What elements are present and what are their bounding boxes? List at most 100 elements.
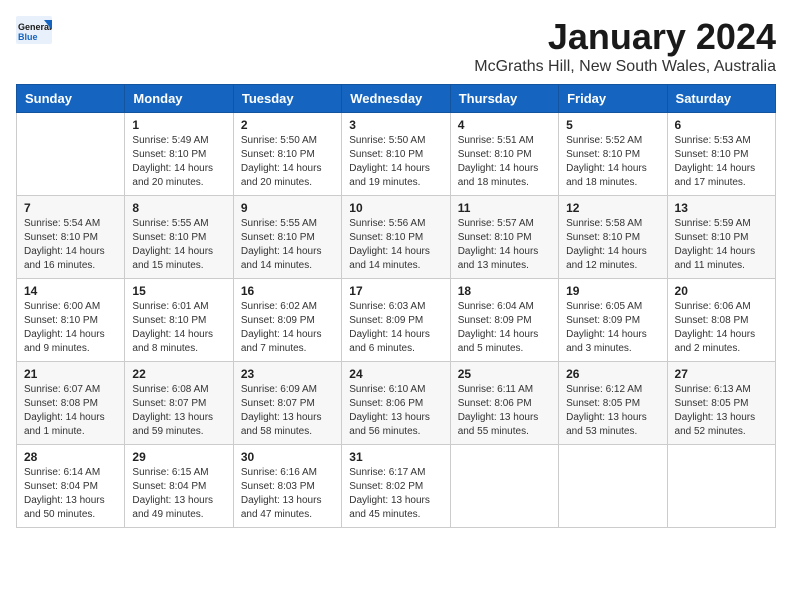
day-number: 22 <box>132 367 225 381</box>
day-info: Sunrise: 6:07 AM Sunset: 8:08 PM Dayligh… <box>24 383 117 439</box>
day-number: 2 <box>241 118 334 132</box>
calendar-cell: 7Sunrise: 5:54 AM Sunset: 8:10 PM Daylig… <box>17 196 125 279</box>
day-info: Sunrise: 5:54 AM Sunset: 8:10 PM Dayligh… <box>24 217 117 273</box>
day-number: 16 <box>241 284 334 298</box>
calendar-cell: 30 Sunrise: 6:16 AM Sunset: 8:03 PM Dayli… <box>233 445 341 528</box>
calendar-cell: 11 Sunrise: 5:57 AM Sunset: 8:10 PM Dayli… <box>450 196 558 279</box>
day-number: 5 <box>566 118 659 132</box>
day-info: Sunrise: 5:50 AM Sunset: 8:10 PM Dayligh… <box>241 134 334 190</box>
calendar-cell: 14 Sunrise: 6:00 AM Sunset: 8:10 PM Dayli… <box>17 279 125 362</box>
day-number: 26 <box>566 367 659 381</box>
calendar-cell: 4Sunrise: 5:51 AM Sunset: 8:10 PM Daylig… <box>450 113 558 196</box>
calendar-cell <box>559 445 667 528</box>
day-info: Sunrise: 6:09 AM Sunset: 8:07 PM Dayligh… <box>241 383 334 439</box>
calendar-cell: 8 Sunrise: 5:55 AM Sunset: 8:10 PM Daylig… <box>125 196 233 279</box>
day-number: 1 <box>132 118 225 132</box>
weekday-header-saturday: Saturday <box>667 85 775 113</box>
day-number: 10 <box>349 201 442 215</box>
day-number: 6 <box>675 118 768 132</box>
calendar-cell: 20 Sunrise: 6:06 AM Sunset: 8:08 PM Dayli… <box>667 279 775 362</box>
day-info: Sunrise: 6:08 AM Sunset: 8:07 PM Dayligh… <box>132 383 225 439</box>
day-info: Sunrise: 6:10 AM Sunset: 8:06 PM Dayligh… <box>349 383 442 439</box>
day-number: 21 <box>24 367 117 381</box>
day-number: 25 <box>458 367 551 381</box>
day-number: 13 <box>675 201 768 215</box>
calendar-table: SundayMondayTuesdayWednesdayThursdayFrid… <box>16 84 776 528</box>
calendar-cell: 29 Sunrise: 6:15 AM Sunset: 8:04 PM Dayli… <box>125 445 233 528</box>
day-info: Sunrise: 6:12 AM Sunset: 8:05 PM Dayligh… <box>566 383 659 439</box>
day-number: 3 <box>349 118 442 132</box>
day-info: Sunrise: 6:15 AM Sunset: 8:04 PM Dayligh… <box>132 466 225 522</box>
weekday-header-sunday: Sunday <box>17 85 125 113</box>
calendar-cell: 13 Sunrise: 5:59 AM Sunset: 8:10 PM Dayli… <box>667 196 775 279</box>
weekday-header-monday: Monday <box>125 85 233 113</box>
calendar-cell: 18 Sunrise: 6:04 AM Sunset: 8:09 PM Dayli… <box>450 279 558 362</box>
calendar-cell: 26 Sunrise: 6:12 AM Sunset: 8:05 PM Dayli… <box>559 362 667 445</box>
day-info: Sunrise: 5:56 AM Sunset: 8:10 PM Dayligh… <box>349 217 442 273</box>
calendar-cell: 27 Sunrise: 6:13 AM Sunset: 8:05 PM Dayli… <box>667 362 775 445</box>
calendar-cell: 6 Sunrise: 5:53 AM Sunset: 8:10 PM Daylig… <box>667 113 775 196</box>
calendar-cell: 15 Sunrise: 6:01 AM Sunset: 8:10 PM Dayli… <box>125 279 233 362</box>
day-number: 12 <box>566 201 659 215</box>
calendar-cell <box>17 113 125 196</box>
day-info: Sunrise: 6:05 AM Sunset: 8:09 PM Dayligh… <box>566 300 659 356</box>
day-info: Sunrise: 6:03 AM Sunset: 8:09 PM Dayligh… <box>349 300 442 356</box>
day-number: 9 <box>241 201 334 215</box>
svg-text:Blue: Blue <box>18 32 38 42</box>
day-info: Sunrise: 5:53 AM Sunset: 8:10 PM Dayligh… <box>675 134 768 190</box>
calendar-cell: 12Sunrise: 5:58 AM Sunset: 8:10 PM Dayli… <box>559 196 667 279</box>
day-info: Sunrise: 6:17 AM Sunset: 8:02 PM Dayligh… <box>349 466 442 522</box>
weekday-header-friday: Friday <box>559 85 667 113</box>
day-info: Sunrise: 6:04 AM Sunset: 8:09 PM Dayligh… <box>458 300 551 356</box>
calendar-cell: 25 Sunrise: 6:11 AM Sunset: 8:06 PM Dayli… <box>450 362 558 445</box>
day-info: Sunrise: 6:13 AM Sunset: 8:05 PM Dayligh… <box>675 383 768 439</box>
calendar-cell: 3 Sunrise: 5:50 AM Sunset: 8:10 PM Daylig… <box>342 113 450 196</box>
day-info: Sunrise: 5:50 AM Sunset: 8:10 PM Dayligh… <box>349 134 442 190</box>
day-info: Sunrise: 5:55 AM Sunset: 8:10 PM Dayligh… <box>241 217 334 273</box>
calendar-cell: 16 Sunrise: 6:02 AM Sunset: 8:09 PM Dayli… <box>233 279 341 362</box>
day-info: Sunrise: 5:59 AM Sunset: 8:10 PM Dayligh… <box>675 217 768 273</box>
calendar-cell: 10 Sunrise: 5:56 AM Sunset: 8:10 PM Dayli… <box>342 196 450 279</box>
weekday-header-thursday: Thursday <box>450 85 558 113</box>
day-number: 15 <box>132 284 225 298</box>
day-number: 28 <box>24 450 117 464</box>
day-number: 19 <box>566 284 659 298</box>
day-number: 11 <box>458 201 551 215</box>
day-info: Sunrise: 6:01 AM Sunset: 8:10 PM Dayligh… <box>132 300 225 356</box>
logo-icon: General Blue <box>16 16 52 44</box>
day-number: 31 <box>349 450 442 464</box>
calendar-cell: 2 Sunrise: 5:50 AM Sunset: 8:10 PM Daylig… <box>233 113 341 196</box>
day-number: 24 <box>349 367 442 381</box>
week-row-5: 28Sunrise: 6:14 AM Sunset: 8:04 PM Dayli… <box>17 445 776 528</box>
day-info: Sunrise: 6:02 AM Sunset: 8:09 PM Dayligh… <box>241 300 334 356</box>
calendar-cell: 22 Sunrise: 6:08 AM Sunset: 8:07 PM Dayli… <box>125 362 233 445</box>
svg-text:General: General <box>18 22 52 32</box>
calendar-cell: 1Sunrise: 5:49 AM Sunset: 8:10 PM Daylig… <box>125 113 233 196</box>
logo: General Blue <box>16 16 52 44</box>
day-info: Sunrise: 6:11 AM Sunset: 8:06 PM Dayligh… <box>458 383 551 439</box>
day-info: Sunrise: 6:16 AM Sunset: 8:03 PM Dayligh… <box>241 466 334 522</box>
day-number: 17 <box>349 284 442 298</box>
day-info: Sunrise: 5:55 AM Sunset: 8:10 PM Dayligh… <box>132 217 225 273</box>
day-number: 8 <box>132 201 225 215</box>
calendar-cell: 19 Sunrise: 6:05 AM Sunset: 8:09 PM Dayli… <box>559 279 667 362</box>
calendar-cell: 17 Sunrise: 6:03 AM Sunset: 8:09 PM Dayli… <box>342 279 450 362</box>
day-info: Sunrise: 6:00 AM Sunset: 8:10 PM Dayligh… <box>24 300 117 356</box>
day-number: 18 <box>458 284 551 298</box>
calendar-cell: 9 Sunrise: 5:55 AM Sunset: 8:10 PM Daylig… <box>233 196 341 279</box>
day-number: 30 <box>241 450 334 464</box>
week-row-4: 21 Sunrise: 6:07 AM Sunset: 8:08 PM Dayli… <box>17 362 776 445</box>
calendar-cell <box>667 445 775 528</box>
day-info: Sunrise: 5:57 AM Sunset: 8:10 PM Dayligh… <box>458 217 551 273</box>
day-number: 29 <box>132 450 225 464</box>
calendar-cell: 28Sunrise: 6:14 AM Sunset: 8:04 PM Dayli… <box>17 445 125 528</box>
day-number: 27 <box>675 367 768 381</box>
day-number: 20 <box>675 284 768 298</box>
calendar-cell: 24 Sunrise: 6:10 AM Sunset: 8:06 PM Dayli… <box>342 362 450 445</box>
day-number: 14 <box>24 284 117 298</box>
day-info: Sunrise: 6:06 AM Sunset: 8:08 PM Dayligh… <box>675 300 768 356</box>
month-title: January 2024 <box>474 16 776 58</box>
day-info: Sunrise: 5:51 AM Sunset: 8:10 PM Dayligh… <box>458 134 551 190</box>
weekday-header-tuesday: Tuesday <box>233 85 341 113</box>
page-header: General Blue January 2024 McGraths Hill,… <box>16 16 776 76</box>
